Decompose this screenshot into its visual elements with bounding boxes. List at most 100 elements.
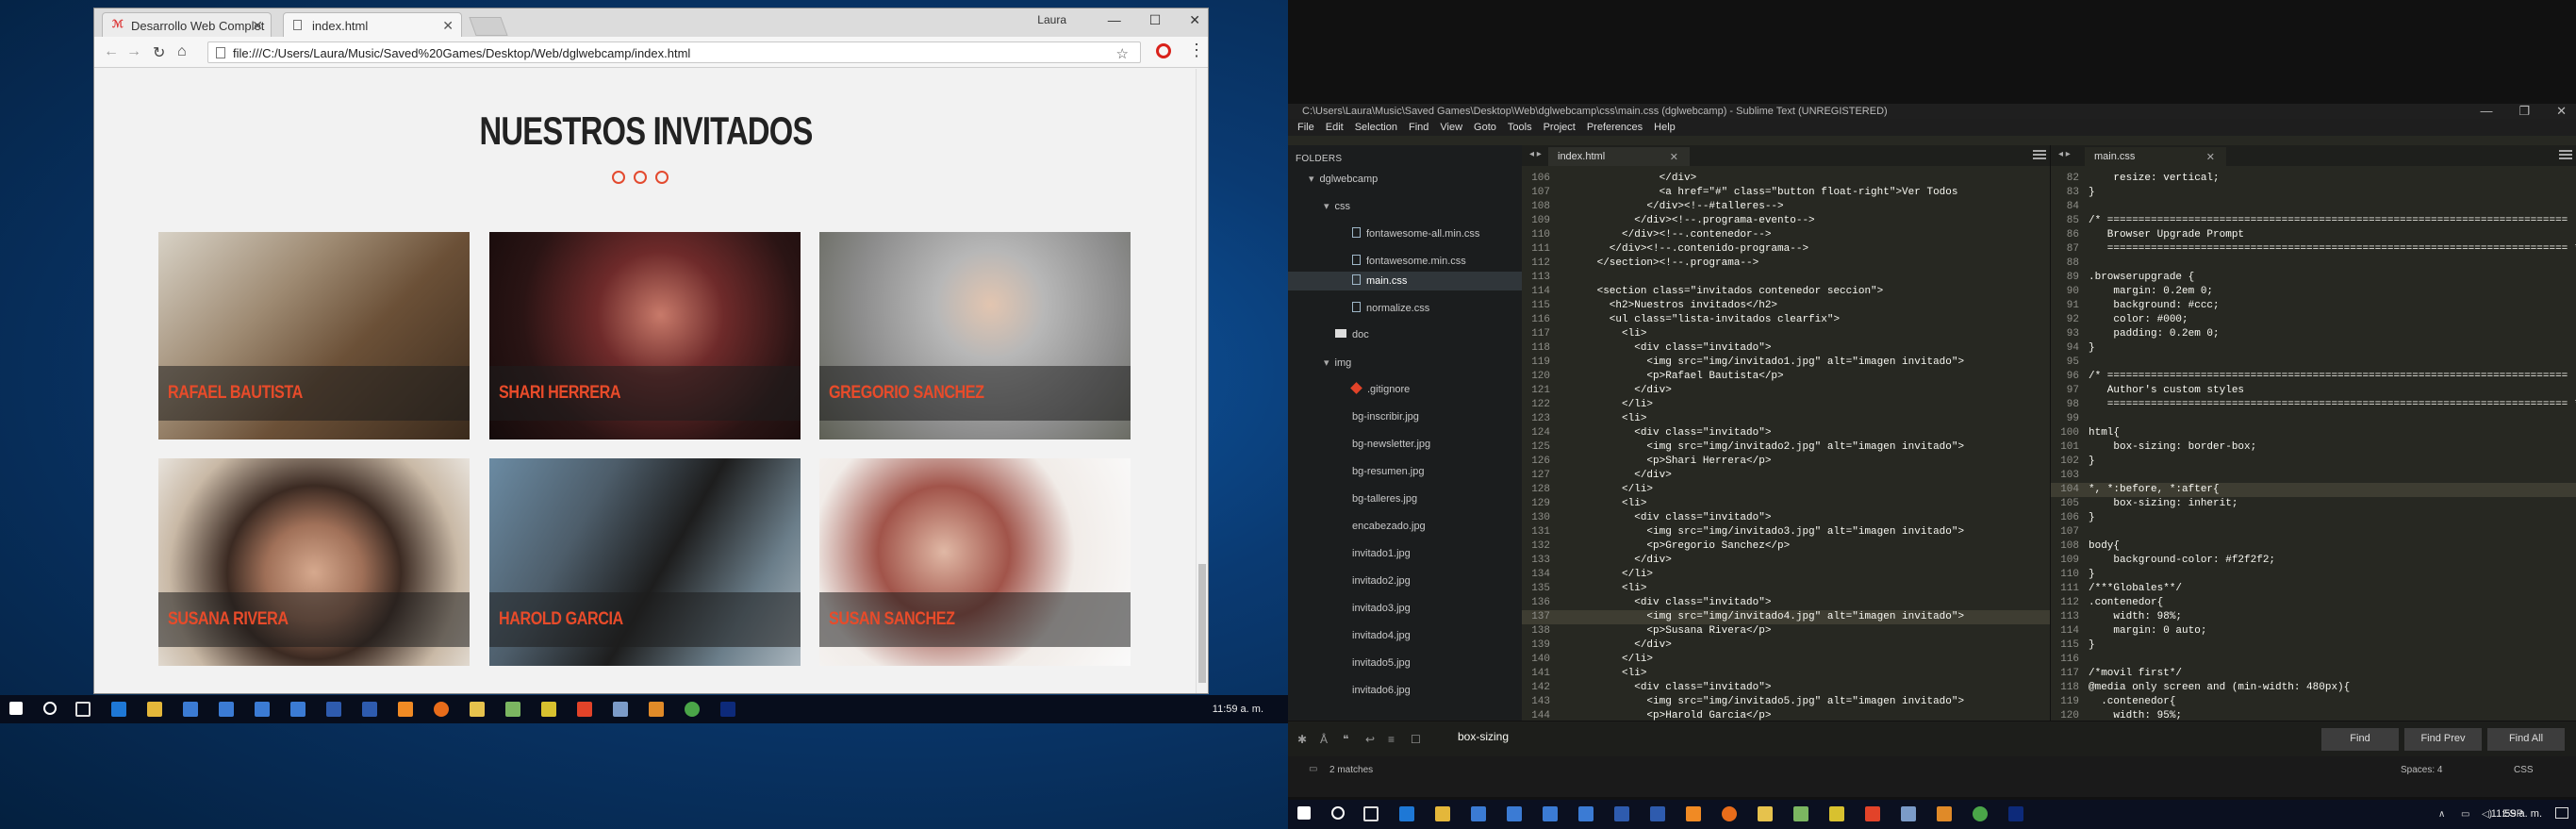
file-normalize[interactable]: normalize.css xyxy=(1352,302,1429,321)
home-icon[interactable]: ⌂ xyxy=(177,43,187,60)
pane-menu-icon[interactable] xyxy=(2033,150,2046,159)
code-line[interactable]: 109 </div><!--.programa-evento--> xyxy=(1522,214,2050,228)
app-icon[interactable] xyxy=(290,702,305,717)
code-line[interactable]: 114 margin: 0 auto; xyxy=(2051,624,2576,638)
menu-file[interactable]: File xyxy=(1297,122,1314,136)
app-icon[interactable] xyxy=(1507,806,1522,821)
code-line[interactable]: 134 </li> xyxy=(1522,568,2050,582)
code-line[interactable]: 123 <li> xyxy=(1522,412,2050,426)
code-line[interactable]: 101 box-sizing: border-box; xyxy=(2051,440,2576,455)
browser-tab-index[interactable]: index.html ✕ xyxy=(283,12,462,38)
app-icon[interactable] xyxy=(1829,806,1844,821)
code-line[interactable]: 136 <div class="invitado"> xyxy=(1522,596,2050,610)
taskbar-clock[interactable]: 11:59 a. m. xyxy=(1213,704,1263,715)
tray-chevron-icon[interactable]: ∧ xyxy=(2438,809,2445,820)
back-arrow-icon[interactable]: ← xyxy=(104,43,119,60)
code-line[interactable]: 111 /***Globales**/ xyxy=(2051,582,2576,596)
app-icon[interactable] xyxy=(1543,806,1558,821)
code-line[interactable]: 119 .contenedor{ xyxy=(2051,695,2576,709)
file-invitado5[interactable]: invitado5.jpg xyxy=(1352,657,1411,676)
code-area[interactable]: 106 </div> 107 <a href="#" class="button … xyxy=(1522,172,2050,721)
case-icon[interactable]: Å xyxy=(1320,733,1328,746)
brave-icon[interactable] xyxy=(1865,806,1880,821)
close-tab-icon[interactable]: ✕ xyxy=(1670,151,1678,163)
profile-name[interactable]: Laura xyxy=(1037,13,1066,26)
minimize-icon[interactable]: — xyxy=(1108,12,1121,28)
code-line[interactable]: 131 <img src="img/invitado3.jpg" alt="im… xyxy=(1522,525,2050,539)
opera-icon[interactable] xyxy=(1156,43,1171,58)
notification-icon[interactable] xyxy=(2555,807,2568,819)
menu-edit[interactable]: Edit xyxy=(1326,122,1344,136)
code-line[interactable]: 102} xyxy=(2051,455,2576,469)
menu-project[interactable]: Project xyxy=(1544,122,1576,136)
app-icon[interactable] xyxy=(1793,806,1808,821)
network-icon[interactable]: ▭ xyxy=(2461,809,2469,820)
find-button[interactable]: Find xyxy=(2321,728,2399,751)
vlc-icon[interactable] xyxy=(1686,806,1701,821)
code-line[interactable]: 112 .contenedor{ xyxy=(2051,596,2576,610)
file-invitado1[interactable]: invitado1.jpg xyxy=(1352,548,1411,567)
code-area[interactable]: 82 resize: vertical; 83} 84 85/* ==========… xyxy=(2051,172,2576,721)
code-line[interactable]: 107 <a href="#" class="button float-righ… xyxy=(1522,186,2050,200)
code-line[interactable]: 100 html{ xyxy=(2051,426,2576,440)
code-line[interactable]: 139 </div> xyxy=(1522,638,2050,653)
guest-card-harold[interactable]: HAROLD GARCIA xyxy=(489,458,801,666)
code-line[interactable]: 110 </div><!--.contenedor--> xyxy=(1522,228,2050,242)
code-line[interactable]: 142 <div class="invitado"> xyxy=(1522,681,2050,695)
menu-selection[interactable]: Selection xyxy=(1355,122,1397,136)
menu-find[interactable]: Find xyxy=(1409,122,1428,136)
app-icon[interactable] xyxy=(1901,806,1916,821)
code-line[interactable]: 116 xyxy=(2051,653,2576,667)
panel-toggle-icon[interactable]: ▭ xyxy=(1309,764,1317,774)
code-line[interactable]: 118 @media only screen and (min-width: 48… xyxy=(2051,681,2576,695)
search-icon[interactable] xyxy=(1331,806,1345,820)
menu-view[interactable]: View xyxy=(1440,122,1462,136)
guest-card-shari[interactable]: SHARI HERRERA xyxy=(489,232,801,439)
folder-icon[interactable] xyxy=(1758,806,1773,821)
highlight-icon[interactable]: ☐ xyxy=(1411,733,1421,746)
folder-doc[interactable]: doc xyxy=(1335,329,1369,348)
new-tab-button[interactable] xyxy=(469,17,508,36)
folder-icon[interactable] xyxy=(470,702,485,717)
file-invitado3[interactable]: invitado3.jpg xyxy=(1352,603,1411,622)
app-icon[interactable] xyxy=(613,702,628,717)
scroll-thumb[interactable] xyxy=(1198,564,1206,683)
app-icon[interactable] xyxy=(362,702,377,717)
file-gitignore[interactable]: .gitignore xyxy=(1350,382,1410,403)
code-line[interactable]: 128 </li> xyxy=(1522,483,2050,497)
folder-dglwebcamp[interactable]: ▾ dglwebcamp xyxy=(1309,173,1378,191)
code-line[interactable]: 96 /* ===================================… xyxy=(2051,370,2576,384)
code-line[interactable]: 103 xyxy=(2051,469,2576,483)
code-line[interactable]: 137 <img src="img/invitado4.jpg" alt="im… xyxy=(1522,610,2050,624)
code-line[interactable]: 99 xyxy=(2051,412,2576,426)
pane-menu-icon[interactable] xyxy=(2559,150,2572,159)
code-line[interactable]: 88 xyxy=(2051,257,2576,271)
close-icon[interactable]: ✕ xyxy=(2556,104,2567,119)
menu-preferences[interactable]: Preferences xyxy=(1587,122,1643,136)
code-line[interactable]: 129 <li> xyxy=(1522,497,2050,511)
code-line[interactable]: 115 <h2>Nuestros invitados</h2> xyxy=(1522,299,2050,313)
file-bg-talleres[interactable]: bg-talleres.jpg xyxy=(1352,493,1417,512)
menu-dots-icon[interactable]: ⋮ xyxy=(1188,41,1205,60)
code-line[interactable]: 120 width: 95%; xyxy=(2051,709,2576,721)
code-line[interactable]: 144 <p>Harold Garcia</p> xyxy=(1522,709,2050,721)
code-line[interactable]: 86 Browser Upgrade Prompt xyxy=(2051,228,2576,242)
code-line[interactable]: 116 <ul class="lista-invitados clearfix"… xyxy=(1522,313,2050,327)
regex-icon[interactable]: ✱ xyxy=(1297,733,1307,746)
app-icon[interactable] xyxy=(1471,806,1486,821)
forward-arrow-icon[interactable]: → xyxy=(126,43,141,60)
code-line[interactable]: 112 </section><!--.programa--> xyxy=(1522,257,2050,271)
code-line[interactable]: 120 <p>Rafael Bautista</p> xyxy=(1522,370,2050,384)
edge-icon[interactable] xyxy=(111,702,126,717)
code-line[interactable]: 115} xyxy=(2051,638,2576,653)
chrome-icon[interactable] xyxy=(685,702,700,717)
sublime-icon[interactable] xyxy=(649,702,664,717)
page-scrollbar[interactable] xyxy=(1196,69,1208,693)
task-view-icon[interactable] xyxy=(75,702,91,717)
browser-tab-desarrollo[interactable]: ℳ Desarrollo Web Complet ✕ xyxy=(102,12,272,38)
folder-css[interactable]: ▾ css xyxy=(1324,200,1350,219)
app-icon[interactable] xyxy=(183,702,198,717)
firefox-icon[interactable] xyxy=(1722,806,1737,821)
code-line[interactable]: 108 body{ xyxy=(2051,539,2576,554)
close-tab-icon[interactable]: ✕ xyxy=(442,18,454,34)
